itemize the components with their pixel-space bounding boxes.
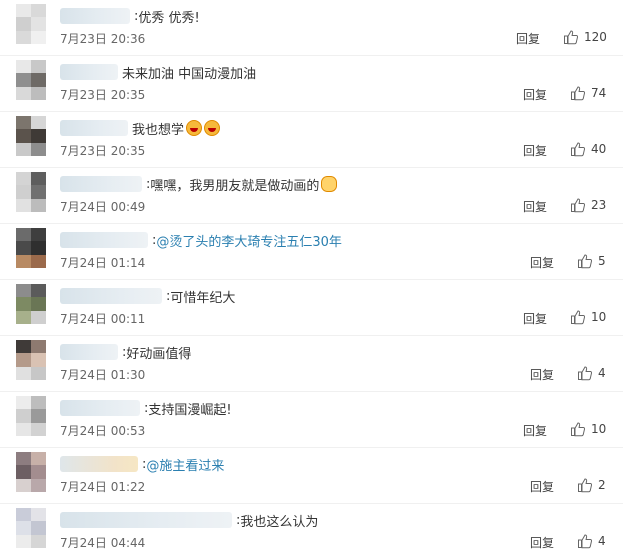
reply-button[interactable]: 回复 bbox=[516, 30, 540, 47]
thumbs-up-icon[interactable] bbox=[577, 477, 593, 493]
thumbs-up-icon[interactable] bbox=[570, 421, 586, 437]
thumbs-up-icon[interactable] bbox=[570, 85, 586, 101]
like-count: 5 bbox=[598, 254, 606, 268]
like-count: 10 bbox=[591, 422, 607, 436]
timestamp: 7月24日 01:30 bbox=[60, 368, 146, 382]
reply-button[interactable]: 回复 bbox=[523, 310, 547, 327]
reply-button[interactable]: 回复 bbox=[523, 86, 547, 103]
thumbs-up-icon[interactable] bbox=[570, 197, 586, 213]
comment-body: 我也想学 bbox=[60, 118, 221, 138]
comment-text: 优秀 优秀! bbox=[138, 10, 200, 26]
thumbs-up-icon[interactable] bbox=[570, 141, 586, 157]
like-count: 120 bbox=[584, 30, 607, 44]
like-count: 4 bbox=[598, 366, 606, 380]
comment-list: : 优秀 优秀! 7月23日 20:36 回复 120 未来加油 中国动漫加油 … bbox=[0, 0, 623, 550]
avatar[interactable] bbox=[16, 508, 46, 548]
reply-button[interactable]: 回复 bbox=[523, 198, 547, 215]
timestamp: 7月23日 20:35 bbox=[60, 88, 146, 102]
laughing-emoji-icon bbox=[204, 120, 221, 136]
username-link[interactable] bbox=[60, 232, 148, 248]
username-link[interactable] bbox=[60, 64, 118, 80]
avatar[interactable] bbox=[16, 284, 46, 324]
timestamp: 7月24日 00:53 bbox=[60, 424, 146, 438]
comment-body: : 我也这么认为 bbox=[60, 510, 318, 530]
like-count: 74 bbox=[591, 86, 607, 100]
comment-body: : @施主看过来 bbox=[60, 454, 224, 474]
like-count: 23 bbox=[591, 198, 607, 212]
timestamp: 7月23日 20:35 bbox=[60, 144, 146, 158]
like-count: 10 bbox=[591, 310, 607, 324]
comment-body: : @烫了头的李大琦专注五仁30年 bbox=[60, 230, 342, 250]
username-link[interactable] bbox=[60, 176, 142, 192]
comment-item: : 支持国漫崛起! 7月24日 00:53 回复 10 bbox=[0, 392, 623, 448]
comment-text: 嘿嘿，我男朋友就是做动画的 bbox=[150, 178, 320, 194]
mention-link[interactable]: @施主看过来 bbox=[146, 455, 224, 474]
comment-item: 我也想学 7月23日 20:35 回复 40 bbox=[0, 112, 623, 168]
comment-item: : 可惜年纪大 7月24日 00:11 回复 10 bbox=[0, 280, 623, 336]
laughing-emoji-icon bbox=[186, 120, 203, 136]
reply-button[interactable]: 回复 bbox=[530, 478, 554, 495]
comment-item: 未来加油 中国动漫加油 7月23日 20:35 回复 74 bbox=[0, 56, 623, 112]
thumbs-up-icon[interactable] bbox=[577, 533, 593, 549]
avatar[interactable] bbox=[16, 60, 46, 100]
avatar[interactable] bbox=[16, 228, 46, 268]
comment-text: 好动画值得 bbox=[126, 346, 192, 362]
reply-button[interactable]: 回复 bbox=[530, 534, 554, 551]
avatar[interactable] bbox=[16, 4, 46, 44]
comment-text: 我也这么认为 bbox=[240, 514, 319, 530]
comment-item: : 嘿嘿，我男朋友就是做动画的 7月24日 00:49 回复 23 bbox=[0, 168, 623, 224]
reply-button[interactable]: 回复 bbox=[530, 366, 554, 383]
username-link[interactable] bbox=[60, 512, 232, 528]
timestamp: 7月23日 20:36 bbox=[60, 32, 146, 46]
comment-body: 未来加油 中国动漫加油 bbox=[60, 62, 256, 82]
comment-body: : 可惜年纪大 bbox=[60, 286, 235, 306]
avatar[interactable] bbox=[16, 172, 46, 212]
avatar[interactable] bbox=[16, 452, 46, 492]
comment-text: 支持国漫崛起! bbox=[148, 402, 232, 418]
comment-item: : @施主看过来 7月24日 01:22 回复 2 bbox=[0, 448, 623, 504]
reply-button[interactable]: 回复 bbox=[530, 254, 554, 271]
thumbs-up-icon[interactable] bbox=[577, 253, 593, 269]
comment-text: 可惜年纪大 bbox=[170, 290, 236, 306]
reply-button[interactable]: 回复 bbox=[523, 422, 547, 439]
comment-body: : 优秀 优秀! bbox=[60, 6, 200, 26]
thumbs-up-icon[interactable] bbox=[570, 309, 586, 325]
like-count: 40 bbox=[591, 142, 607, 156]
reply-button[interactable]: 回复 bbox=[523, 142, 547, 159]
comment-item: : 我也这么认为 7月24日 04:44 回复 4 bbox=[0, 504, 623, 560]
cat-emoji-icon bbox=[321, 176, 338, 192]
username-link[interactable] bbox=[60, 8, 130, 24]
username-link[interactable] bbox=[60, 400, 140, 416]
avatar[interactable] bbox=[16, 396, 46, 436]
avatar[interactable] bbox=[16, 340, 46, 380]
timestamp: 7月24日 00:11 bbox=[60, 312, 146, 326]
avatar[interactable] bbox=[16, 116, 46, 156]
timestamp: 7月24日 00:49 bbox=[60, 200, 146, 214]
timestamp: 7月24日 01:22 bbox=[60, 480, 146, 494]
username-link[interactable] bbox=[60, 120, 128, 136]
username-link[interactable] bbox=[60, 344, 118, 360]
thumbs-up-icon[interactable] bbox=[577, 365, 593, 381]
username-link[interactable] bbox=[60, 456, 138, 472]
timestamp: 7月24日 04:44 bbox=[60, 536, 146, 550]
mention-link[interactable]: @烫了头的李大琦专注五仁30年 bbox=[156, 231, 342, 250]
comment-item: : 优秀 优秀! 7月23日 20:36 回复 120 bbox=[0, 0, 623, 56]
comment-text: 未来加油 中国动漫加油 bbox=[122, 66, 257, 82]
like-count: 2 bbox=[598, 478, 606, 492]
comment-body: : 好动画值得 bbox=[60, 342, 191, 362]
timestamp: 7月24日 01:14 bbox=[60, 256, 146, 270]
comment-text: 我也想学 bbox=[132, 122, 185, 138]
like-count: 4 bbox=[598, 534, 606, 548]
thumbs-up-icon[interactable] bbox=[563, 29, 579, 45]
username-link[interactable] bbox=[60, 288, 162, 304]
comment-item: : @烫了头的李大琦专注五仁30年 7月24日 01:14 回复 5 bbox=[0, 224, 623, 280]
comment-item: : 好动画值得 7月24日 01:30 回复 4 bbox=[0, 336, 623, 392]
comment-body: : 支持国漫崛起! bbox=[60, 398, 232, 418]
comment-body: : 嘿嘿，我男朋友就是做动画的 bbox=[60, 174, 338, 194]
